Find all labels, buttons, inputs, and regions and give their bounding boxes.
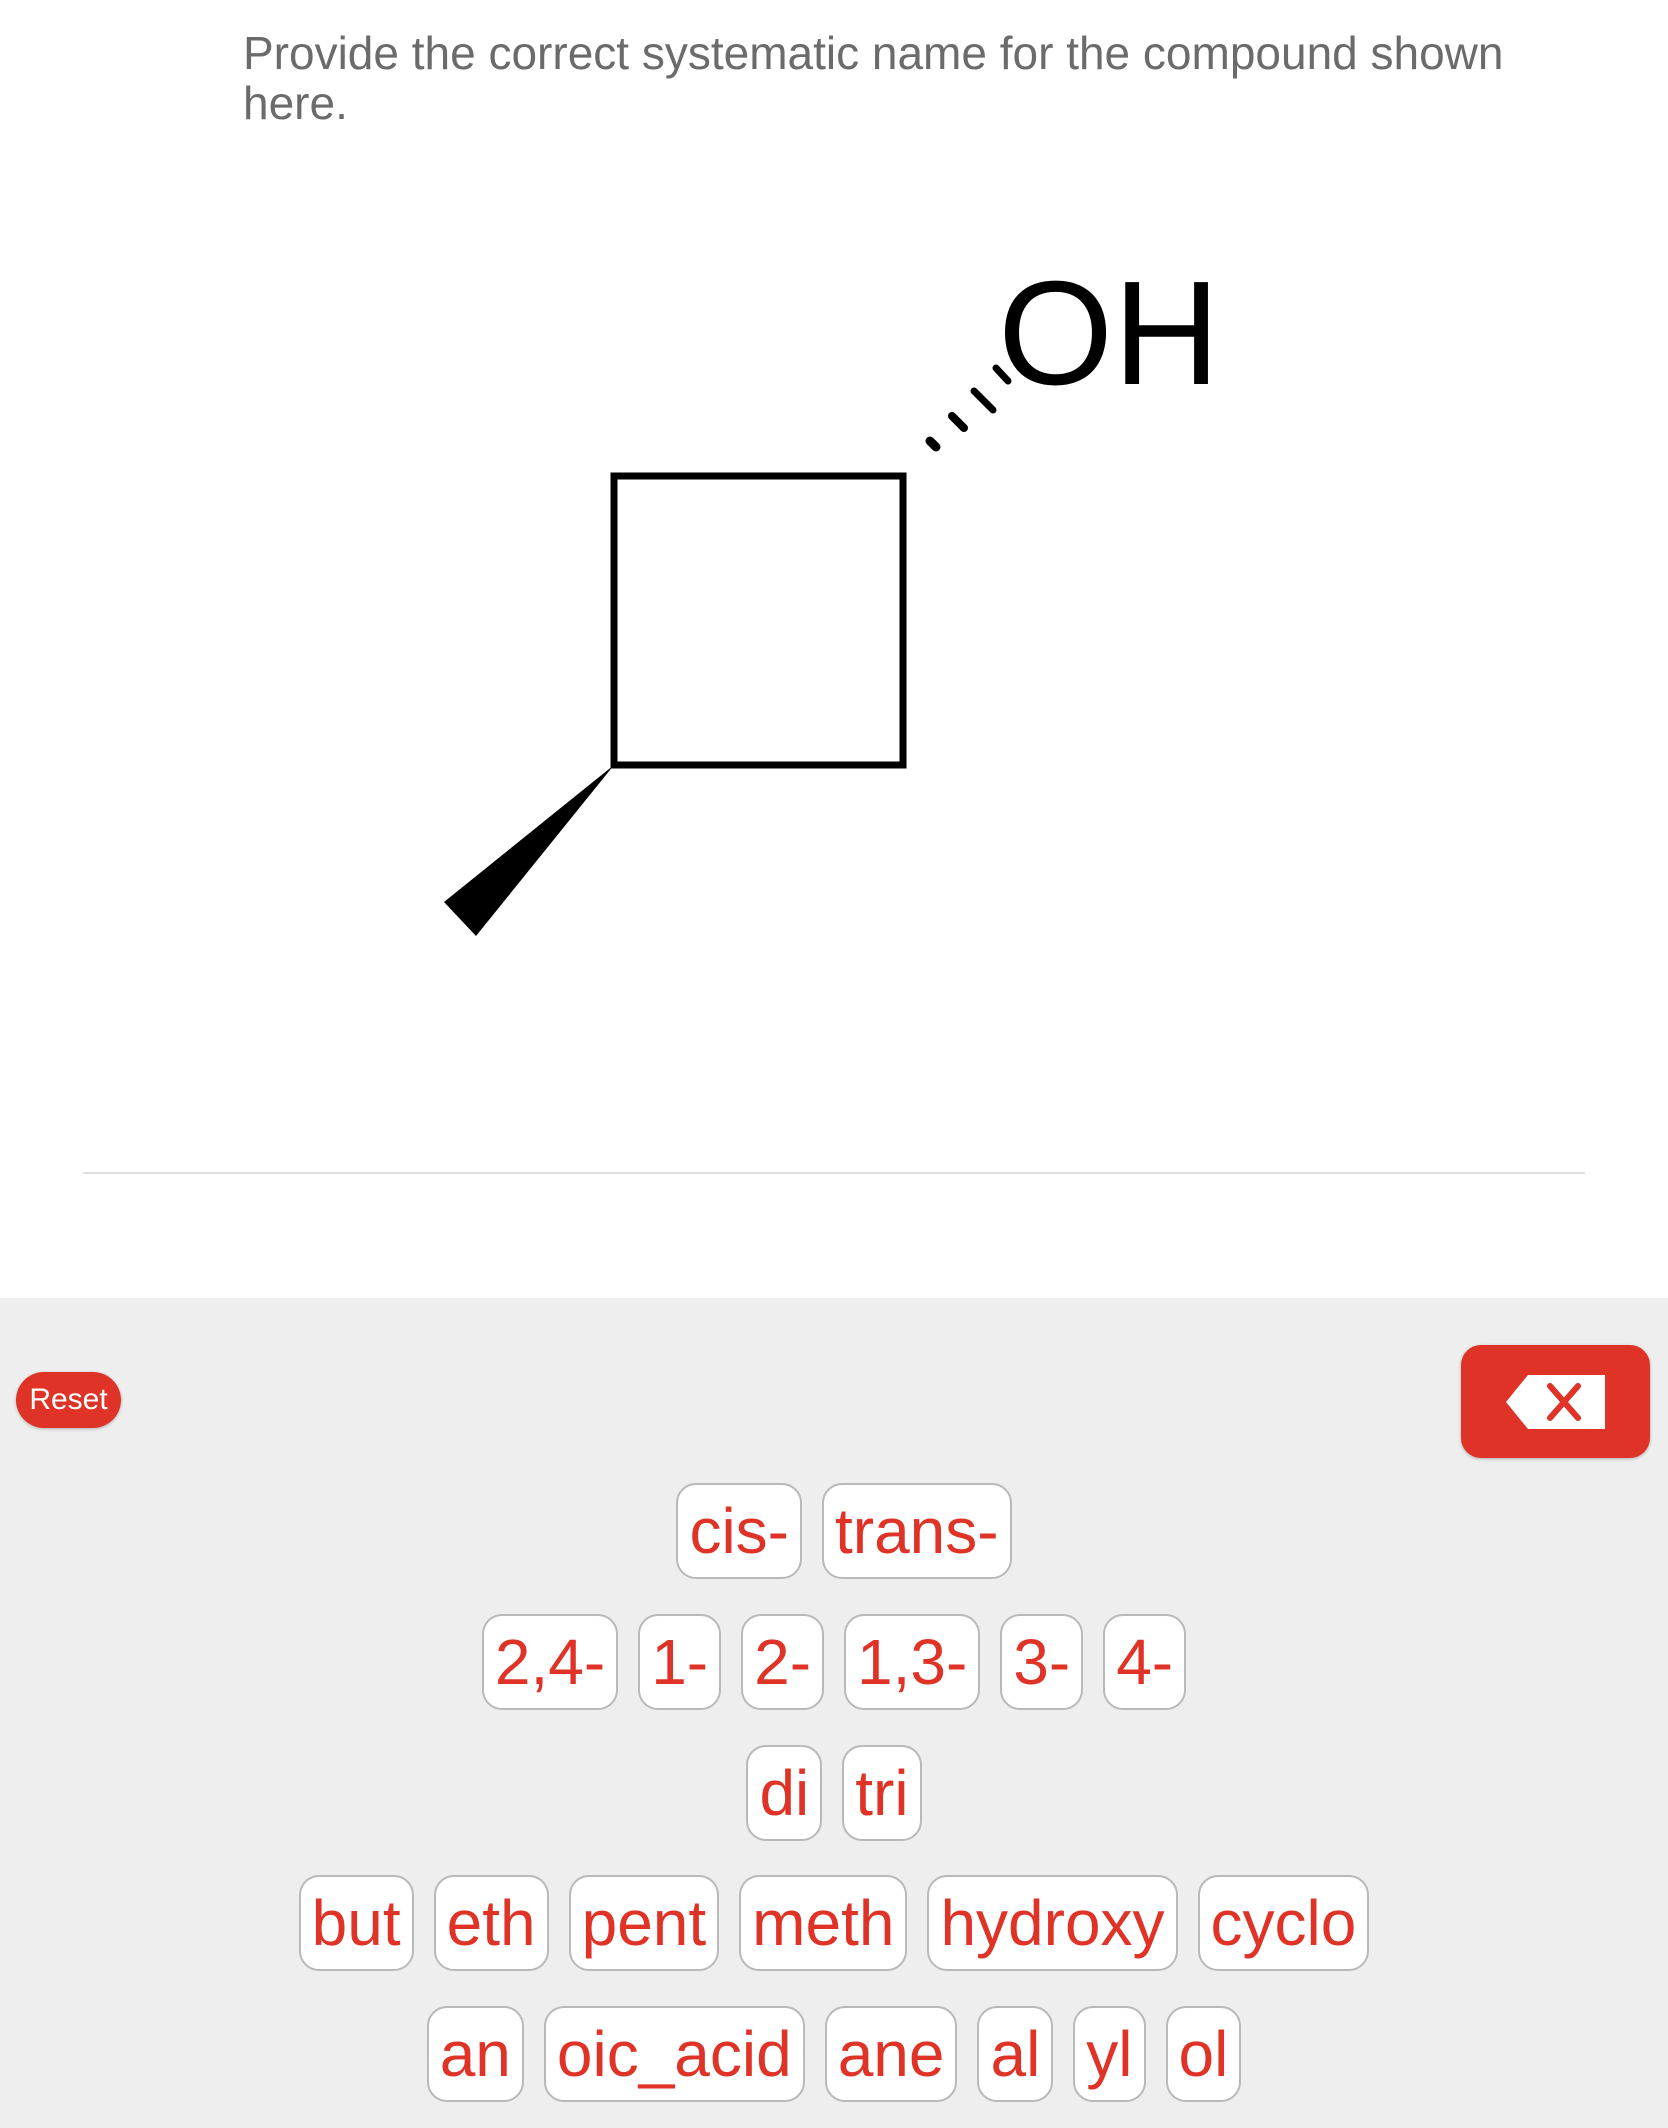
tile-2[interactable]: 2- [741,1614,824,1710]
reset-button[interactable]: Reset [16,1372,121,1428]
tile-cyclo[interactable]: cyclo [1197,1875,1370,1971]
tile-cis[interactable]: cis- [676,1483,802,1579]
answer-keyboard: Reset cis- trans- 2,4- 1- 2- 1,3- 3- 4- … [0,1298,1668,2128]
divider [83,1172,1585,1174]
tile-ol[interactable]: ol [1165,2006,1242,2102]
tile-tri[interactable]: tri [842,1745,922,1841]
tile-trans[interactable]: trans- [821,1483,1012,1579]
tile-yl[interactable]: yl [1073,2006,1146,2102]
tile-al[interactable]: al [977,2006,1054,2102]
tile-4[interactable]: 4- [1103,1614,1187,1710]
tile-hydroxy[interactable]: hydroxy [927,1875,1178,1971]
tile-oic-acid[interactable]: oic_acid [543,2006,805,2102]
tile-meth[interactable]: meth [739,1875,908,1971]
oh-label: OH [998,251,1220,416]
tile-pent[interactable]: pent [568,1875,720,1971]
tile-1-3[interactable]: 1,3- [844,1614,981,1710]
stem-row: but eth pent meth hydroxy cyclo [0,1875,1668,1971]
tile-ane[interactable]: ane [824,2006,958,2102]
suffix-row: an oic_acid ane al yl ol [0,2006,1668,2102]
tile-an[interactable]: an [426,2006,524,2102]
question-area: Provide the correct systematic name for … [0,0,1668,1298]
tile-1[interactable]: 1- [638,1614,722,1710]
stereo-row: cis- trans- [0,1483,1668,1579]
cyclobutane-ring [610,472,907,769]
methyl-wedge-bond [444,765,614,936]
tile-eth[interactable]: eth [433,1875,549,1971]
tile-2-4[interactable]: 2,4- [481,1614,619,1710]
hydroxyl-hash-bond [925,364,1012,452]
tile-di[interactable]: di [746,1745,823,1841]
tile-but[interactable]: but [298,1875,414,1971]
backspace-button[interactable] [1461,1345,1650,1458]
locant-row: 2,4- 1- 2- 1,3- 3- 4- [0,1614,1668,1710]
molecule-structure: OH [444,251,1220,936]
multiplier-row: di tri [0,1745,1668,1841]
backspace-icon [1505,1374,1605,1429]
tile-3[interactable]: 3- [1000,1614,1084,1710]
